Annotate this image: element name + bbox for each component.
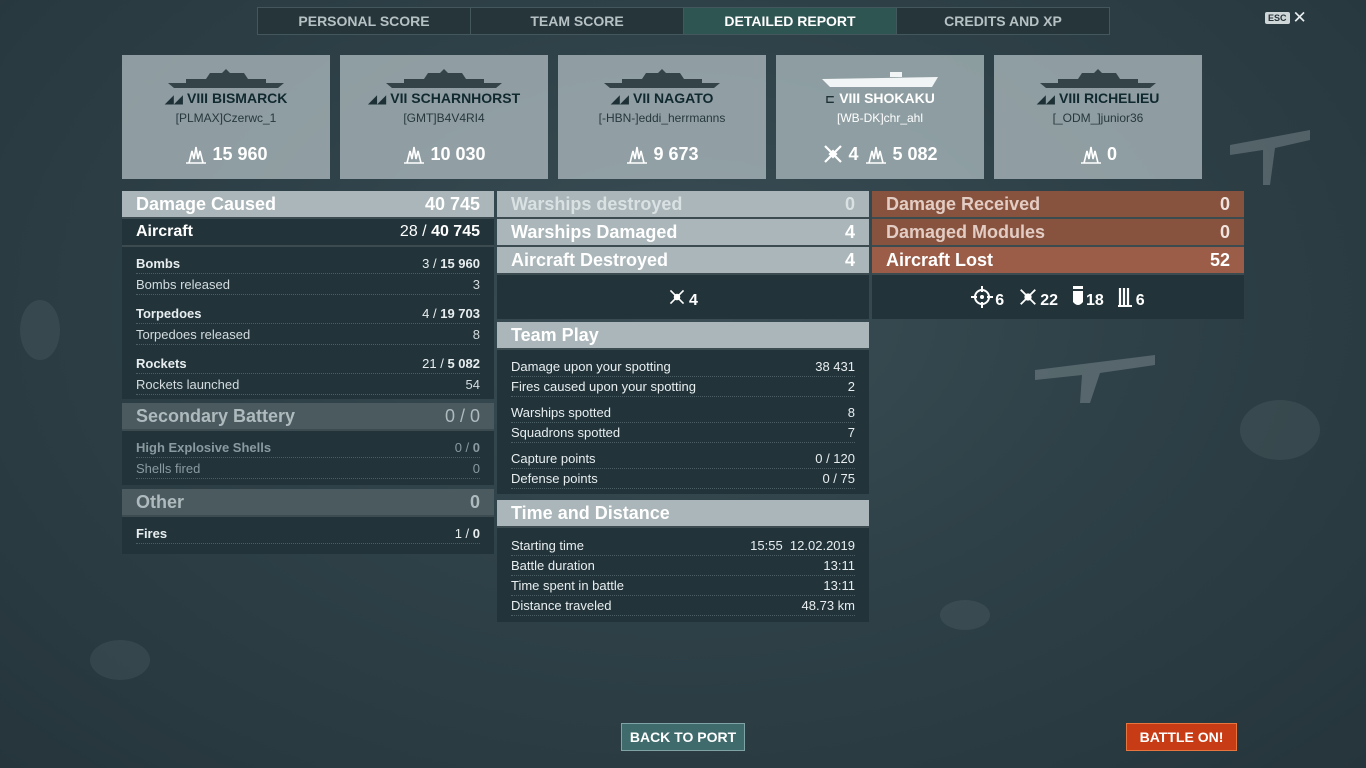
- other-breakdown: Fires 1 / 0: [122, 517, 494, 554]
- tab-credits-and-xp[interactable]: CREDITS AND XP: [897, 8, 1109, 34]
- ship-silhouette-icon: [168, 69, 284, 88]
- plane-kill-icon: [669, 289, 685, 305]
- damage-value: 10 030: [430, 143, 486, 164]
- crosshair-icon: [971, 286, 994, 308]
- battleship-icon: ◢◢: [367, 92, 387, 106]
- damage-icon: [186, 146, 207, 164]
- ship-card[interactable]: ◢◢ VII NAGATO [-HBN-]eddi_herrmanns 9 673: [558, 55, 766, 179]
- rockets-launched-row: Rockets launched 54: [136, 374, 480, 395]
- bomb-icon: [1073, 286, 1083, 305]
- team-play-header: Team Play: [497, 322, 869, 350]
- time-distance-breakdown: Starting time 15:55 12.02.2019 Battle dur…: [497, 528, 869, 622]
- battleship-icon: ◢◢: [610, 92, 630, 106]
- secondary-battery-breakdown: High Explosive Shells 0 / 0 Shells fired 0: [122, 431, 494, 485]
- starting-time-row: Starting time 15:55 12.02.2019: [511, 536, 855, 556]
- bombs-row: Bombs 3 / 15 960: [136, 253, 480, 274]
- plane-kills-summary: 4: [497, 275, 869, 319]
- aircraft-lost-breakdown: 6 22 18 6: [872, 275, 1244, 319]
- ship-name: ◢◢ VII SCHARNHORST: [367, 90, 521, 106]
- damage-caused-panel: Damage Caused 40 745 Aircraft 28 / 40 745 …: [122, 191, 494, 554]
- warships-spotted-row: Warships spotted 8: [511, 403, 855, 423]
- other-header: Other 0: [122, 489, 494, 517]
- warships-destroyed-header: Warships destroyed 0: [497, 191, 869, 219]
- background-plane-icon: [1035, 355, 1155, 403]
- team-play-breakdown: Damage upon your spotting 38 431 Fires ca…: [497, 350, 869, 494]
- damage-caused-header: Damage Caused 40 745: [122, 191, 494, 219]
- warships-damaged-header: Warships Damaged 4: [497, 219, 869, 247]
- damage-value: 0: [1106, 143, 1117, 164]
- ship-card-own[interactable]: ⊏ VIII SHOKAKU [WB-DK]chr_ahl 4 5 082: [776, 55, 984, 179]
- torpedoes-row: Torpedoes 4 / 19 703: [136, 303, 480, 324]
- damage-value: 9 673: [653, 143, 699, 164]
- defense-points-row: Defense points 0 / 75: [511, 469, 855, 489]
- bombs-released-row: Bombs released 3: [136, 274, 480, 295]
- aircraft-breakdown: Bombs 3 / 15 960 Bombs released 3 Torpedoe…: [122, 247, 494, 399]
- tab-detailed-report[interactable]: DETAILED REPORT: [684, 8, 897, 34]
- kills-panel: Warships destroyed 0 Warships Damaged 4 Ai…: [497, 191, 869, 622]
- tab-bar: PERSONAL SCORE TEAM SCORE DETAILED REPOR…: [257, 7, 1110, 35]
- ship-silhouette-icon: [604, 69, 720, 88]
- received-panel: Damage Received 0 Damaged Modules 0 Aircra…: [872, 191, 1244, 319]
- close-icon: ✕: [1292, 8, 1307, 27]
- battleship-icon: ◢◢: [164, 92, 184, 106]
- player-name: [-HBN-]eddi_herrmanns: [598, 111, 726, 125]
- aircraft-destroyed-header: Aircraft Destroyed 4: [497, 247, 869, 275]
- carrier-icon: ⊏: [825, 92, 836, 106]
- damage-icon: [404, 146, 425, 164]
- ship-name: ◢◢ VII NAGATO: [610, 90, 714, 106]
- distance-traveled-row: Distance traveled 48.73 km: [511, 596, 855, 616]
- ship-silhouette-icon: [1040, 69, 1156, 88]
- squadrons-spotted-row: Squadrons spotted 7: [511, 423, 855, 443]
- ship-name: ⊏ VIII SHOKAKU: [825, 90, 935, 106]
- time-distance-header: Time and Distance: [497, 500, 869, 528]
- plane-kill-icon: [1020, 289, 1037, 305]
- ship-silhouette-icon: [386, 69, 502, 88]
- secondary-battery-header: Secondary Battery 0 / 0: [122, 403, 494, 431]
- tab-team-score[interactable]: TEAM SCORE: [471, 8, 684, 34]
- torpedoes-released-row: Torpedoes released 8: [136, 324, 480, 345]
- planes-destroyed-value: 4: [848, 143, 859, 164]
- damage-icon: [866, 146, 887, 164]
- damage-icon: [627, 146, 648, 164]
- shells-fired-row: Shells fired 0: [136, 458, 480, 479]
- ship-card[interactable]: ◢◢ VII SCHARNHORST [GMT]B4V4RI4 10 030: [340, 55, 548, 179]
- fires-row: Fires 1 / 0: [136, 523, 480, 544]
- damage-icon: [1080, 146, 1101, 164]
- close-button[interactable]: ESC ✕: [1265, 8, 1307, 27]
- he-shells-row: High Explosive Shells 0 / 0: [136, 437, 480, 458]
- player-name: [_ODM_]junior36: [1052, 111, 1144, 125]
- tab-personal-score[interactable]: PERSONAL SCORE: [258, 8, 471, 34]
- battleship-icon: ◢◢: [1036, 92, 1056, 106]
- damage-value: 15 960: [212, 143, 268, 164]
- ship-name: ◢◢ VIII RICHELIEU: [1036, 90, 1160, 106]
- player-name: [PLMAX]Czerwc_1: [175, 111, 277, 125]
- player-name: [GMT]B4V4RI4: [403, 111, 485, 125]
- battle-duration-row: Battle duration 13:11: [511, 556, 855, 576]
- aircraft-lost-header: Aircraft Lost 52: [872, 247, 1244, 275]
- damage-spotting-row: Damage upon your spotting 38 431: [511, 357, 855, 377]
- damage-value: 5 082: [892, 143, 938, 164]
- fires-spotting-row: Fires caused upon your spotting 2: [511, 377, 855, 397]
- rockets-icon: [1117, 288, 1132, 307]
- rockets-row: Rockets 21 / 5 082: [136, 353, 480, 374]
- aircraft-header: Aircraft 28 / 40 745: [122, 219, 494, 247]
- ship-card[interactable]: ◢◢ VIII BISMARCK [PLMAX]Czerwc_1 15 960: [122, 55, 330, 179]
- carrier-silhouette-icon: [822, 72, 938, 87]
- battle-on-button[interactable]: BATTLE ON!: [1126, 723, 1237, 751]
- time-in-battle-row: Time spent in battle 13:11: [511, 576, 855, 596]
- ship-card[interactable]: ◢◢ VIII RICHELIEU [_ODM_]junior36 0: [994, 55, 1202, 179]
- damaged-modules-header: Damaged Modules 0: [872, 219, 1244, 247]
- back-to-port-button[interactable]: BACK TO PORT: [621, 723, 745, 751]
- plane-kill-icon: [824, 145, 843, 163]
- background-plane-icon: [1230, 130, 1310, 185]
- player-name: [WB-DK]chr_ahl: [836, 111, 924, 125]
- capture-points-row: Capture points 0 / 120: [511, 449, 855, 469]
- ship-name: ◢◢ VIII BISMARCK: [164, 90, 288, 106]
- esc-key-badge: ESC: [1265, 12, 1290, 24]
- damage-received-header: Damage Received 0: [872, 191, 1244, 219]
